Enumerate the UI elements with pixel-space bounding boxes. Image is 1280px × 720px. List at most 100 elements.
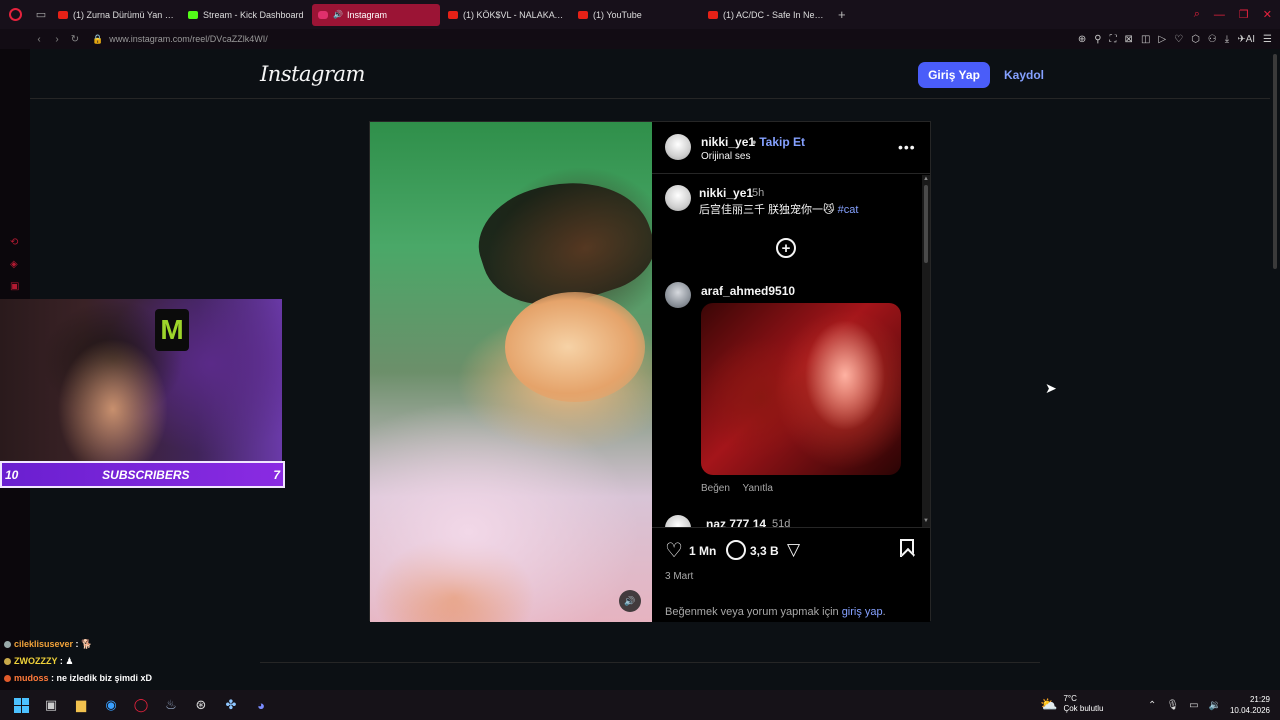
instagram-logo[interactable]: Instagram bbox=[260, 62, 365, 86]
restore-icon[interactable]: ❐ bbox=[1239, 8, 1249, 21]
heart-icon[interactable]: ♡ bbox=[1174, 34, 1183, 45]
obs-icon[interactable]: ⊛ bbox=[186, 690, 216, 720]
microphone-icon[interactable]: 🎙 bbox=[1166, 700, 1179, 711]
back-icon[interactable]: ‹ bbox=[30, 34, 48, 45]
weather-widget[interactable]: ⛅ 7°C Çok bulutlu bbox=[1040, 694, 1103, 714]
close-icon[interactable]: ✕ bbox=[1263, 8, 1272, 21]
opera-taskbar-icon[interactable]: ◯ bbox=[126, 690, 156, 720]
aria-ai-button[interactable]: ✈AI bbox=[1237, 34, 1255, 45]
login-prompt-link[interactable]: giriş yap bbox=[842, 606, 883, 618]
like-count: 1 Mn bbox=[689, 544, 717, 558]
extension-toolbar: ⊕ ⚲ ⛶ ⊠ ◫ ▷ ♡ ⬡ ⚇ ⤓ ✈AI ☰ bbox=[1078, 29, 1272, 49]
windows-start-icon[interactable] bbox=[6, 690, 36, 720]
caption-text: 后宫佳丽三千 朕独宠你一😼 #cat bbox=[699, 201, 858, 217]
instagram-icon bbox=[318, 10, 328, 19]
discord-icon[interactable]: ◕ bbox=[246, 690, 276, 720]
owner-avatar[interactable] bbox=[665, 134, 691, 160]
steam-icon[interactable]: ♨ bbox=[156, 690, 186, 720]
forward-icon[interactable]: › bbox=[48, 34, 66, 45]
system-clock[interactable]: 21:29 10.04.2026 bbox=[1226, 694, 1270, 716]
page-scrollbar[interactable] bbox=[1270, 49, 1280, 690]
tab-kick-dashboard[interactable]: Stream - Kick Dashboard bbox=[182, 4, 310, 26]
tab-youtube-acdc[interactable]: (1) AC/DC - Safe In New Y bbox=[702, 4, 830, 26]
login-prompt: Beğenmek veya yorum yapmak için giriş ya… bbox=[665, 606, 886, 618]
play-icon[interactable]: ▷ bbox=[1158, 34, 1166, 45]
download-icon[interactable]: ⤓ bbox=[1225, 34, 1229, 45]
volume-icon[interactable]: 🔊 bbox=[619, 590, 641, 612]
comment-avatar[interactable] bbox=[665, 282, 691, 308]
system-tray: ⌃ 🎙 ▭ 🔉 bbox=[1148, 690, 1221, 720]
chat-icon[interactable]: ▣ bbox=[10, 281, 19, 292]
scroll-down-icon[interactable]: ▼ bbox=[923, 518, 929, 524]
tab-youtube-home[interactable]: (1) YouTube bbox=[572, 4, 700, 26]
page-scroll-thumb[interactable] bbox=[1273, 54, 1277, 269]
tab-instagram[interactable]: 🔊 Instagram bbox=[312, 3, 440, 26]
tab-youtube-koksvl[interactable]: (1) KÖK$VL - NALAKA (M bbox=[442, 4, 570, 26]
comment-bubble-icon[interactable] bbox=[726, 540, 746, 560]
caption-username[interactable]: nikki_ye1 bbox=[699, 186, 753, 200]
puzzle-icon[interactable]: ⬡ bbox=[1191, 34, 1200, 45]
opera-logo-icon[interactable] bbox=[0, 0, 30, 29]
comment-username[interactable]: naz 777 14 bbox=[706, 517, 766, 527]
follow-label: Takip Et bbox=[759, 135, 805, 149]
messenger-icon[interactable]: ◈ bbox=[10, 259, 18, 270]
url-field[interactable]: www.instagram.com/reel/DVcaZZlk4WI/ bbox=[109, 34, 268, 44]
sub-goal-label: SUBSCRIBERS bbox=[102, 467, 190, 482]
youtube-icon bbox=[578, 10, 588, 19]
edge-icon[interactable]: ◉ bbox=[96, 690, 126, 720]
comments-list[interactable]: nikki_ye1 5h 后宫佳丽三千 朕独宠你一😼 #cat + araf_a… bbox=[652, 175, 930, 527]
zoom-icon[interactable]: ⊕ bbox=[1078, 34, 1086, 45]
hashtag-link[interactable]: #cat bbox=[838, 204, 859, 216]
caption-body: 后宫佳丽三千 朕独宠你一😼 bbox=[699, 204, 835, 216]
bookmark-icon[interactable] bbox=[900, 539, 914, 557]
account-icon[interactable]: ⚇ bbox=[1208, 34, 1217, 45]
file-explorer-icon[interactable]: ▆ bbox=[66, 690, 96, 720]
load-more-comments-icon[interactable]: + bbox=[776, 238, 796, 258]
search-tabs-icon[interactable]: ⌕ bbox=[1194, 8, 1200, 21]
cube-icon[interactable]: ◫ bbox=[1141, 34, 1150, 45]
snapshot-icon[interactable]: ⛶ bbox=[1110, 34, 1117, 45]
adblock-icon[interactable]: ⊠ bbox=[1125, 34, 1133, 45]
youtube-icon bbox=[58, 10, 68, 19]
scroll-up-icon[interactable]: ▲ bbox=[923, 176, 929, 182]
signup-link[interactable]: Kaydol bbox=[1004, 68, 1044, 82]
chat-message: cileklisusever : 🐕 bbox=[4, 636, 152, 653]
comments-scroll-thumb[interactable] bbox=[924, 185, 928, 263]
pin-icon[interactable]: ⚲ bbox=[1094, 34, 1101, 45]
chat-username: mudoss bbox=[14, 673, 49, 683]
app-icon[interactable]: ✤ bbox=[216, 690, 246, 720]
caption-avatar[interactable] bbox=[665, 185, 691, 211]
comment-username[interactable]: araf_ahmed9510 bbox=[701, 284, 795, 298]
share-icon[interactable]: ▽ bbox=[787, 541, 800, 558]
chat-message: ZWOZZZY : ♟ bbox=[4, 653, 152, 670]
minimize-icon[interactable]: — bbox=[1214, 9, 1225, 21]
speaker-icon[interactable]: 🔊 bbox=[333, 10, 343, 19]
comment-reply-link[interactable]: Yanıtla bbox=[743, 483, 773, 494]
owner-username[interactable]: nikki_ye1 bbox=[701, 135, 755, 149]
sub-goal-current: 10 bbox=[5, 467, 19, 482]
sub-goal-target: 7 bbox=[273, 467, 280, 482]
new-tab-plus-icon[interactable]: + bbox=[838, 7, 846, 22]
workspaces-icon[interactable]: ▭ bbox=[30, 0, 52, 29]
audio-link[interactable]: Orijinal ses bbox=[701, 151, 750, 162]
like-heart-icon[interactable]: ♡ bbox=[665, 541, 683, 561]
tray-chevron-icon[interactable]: ⌃ bbox=[1148, 700, 1156, 711]
network-icon[interactable]: ▭ bbox=[1189, 700, 1198, 711]
lock-icon[interactable]: 🔒 bbox=[92, 34, 103, 45]
post-sidebar: nikki_ye1 • Takip Et Orijinal ses ••• nik… bbox=[652, 122, 930, 622]
login-button[interactable]: Giriş Yap bbox=[918, 62, 990, 88]
volume-tray-icon[interactable]: 🔉 bbox=[1209, 700, 1221, 711]
comment-time: 51d bbox=[772, 518, 791, 527]
follow-button[interactable]: • Takip Et bbox=[752, 135, 805, 149]
comment-like-link[interactable]: Beğen bbox=[701, 483, 730, 494]
caption-time: 5h bbox=[752, 187, 765, 199]
reel-video[interactable]: 🔊 bbox=[370, 122, 652, 622]
tab-youtube-zurna[interactable]: (1) Zurna Dürümü Yan Flüt bbox=[52, 4, 180, 26]
menu-icon[interactable]: ☰ bbox=[1263, 34, 1272, 45]
reload-icon[interactable]: ↻ bbox=[66, 34, 84, 45]
more-options-icon[interactable]: ••• bbox=[898, 139, 916, 155]
comment-avatar[interactable] bbox=[665, 515, 691, 527]
history-icon[interactable]: ⟲ bbox=[10, 237, 18, 248]
task-view-icon[interactable]: ▣ bbox=[36, 690, 66, 720]
mouse-cursor-icon: ➤ bbox=[1045, 380, 1057, 396]
